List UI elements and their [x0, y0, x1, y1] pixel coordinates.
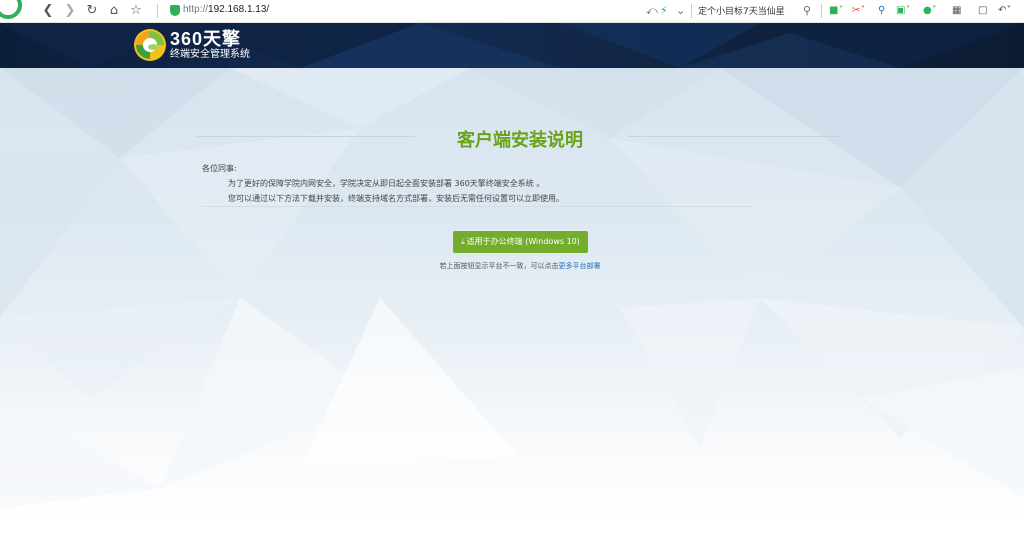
paragraph-2: 您可以通过以下方法下载并安装，终端支持域名方式部署，安装后无需任何设置可以立即使… [228, 194, 564, 203]
install-instructions: 客户端安装说明 各位同事: 为了更好的保障学院内网安全，学院决定从即日起全面安装… [0, 68, 1024, 560]
secure-shield-icon [170, 5, 180, 16]
page-title: 客户端安装说明 [457, 130, 583, 151]
toolbar-divider [821, 4, 822, 18]
main-content: 客户端安装说明 各位同事: 为了更好的保障学院内网安全，学院决定从即日起全面安装… [0, 68, 1024, 560]
extension-shield-icon[interactable]: ●˅ [923, 4, 937, 18]
platform-hint: 若上面按钮显示平台不一致，可以点击更多平台部署 [0, 261, 1024, 271]
back-icon[interactable]: ❮ [40, 3, 56, 19]
browser-toolbar: ❮ ❯ ↻ ⌂ ☆ http://192.168.1.13/ ⤺ ⚡ ⌄ 定个小… [0, 0, 1024, 23]
url-host: 192.168.1.13/ [208, 4, 270, 15]
forward-icon[interactable]: ❯ [62, 3, 78, 19]
extension-translate-icon[interactable]: ■˅ [829, 4, 843, 18]
extension-game-icon[interactable]: ▣˅ [896, 4, 910, 18]
hint-text: 若上面按钮显示平台不一致，可以点击 [439, 262, 559, 270]
logo-subtitle: 终端安全管理系统 [170, 49, 250, 60]
toolbar-divider [157, 4, 158, 18]
360-logo-icon [134, 29, 166, 61]
download-icon: ⤓ [461, 237, 465, 246]
url-scheme: http:// [183, 4, 209, 15]
browser-logo-icon [0, 0, 22, 19]
address-bar[interactable]: http://192.168.1.13/ [183, 4, 269, 15]
apps-grid-icon[interactable]: ▦ [952, 4, 961, 18]
refresh-icon[interactable]: ↻ [84, 3, 100, 19]
extension-scissors-icon[interactable]: ✂˅ [852, 4, 865, 18]
search-icon[interactable]: ⚲ [803, 3, 811, 19]
window-icon[interactable]: □ [978, 4, 987, 18]
chevron-down-icon[interactable]: ⌄ [676, 3, 685, 19]
undo-icon[interactable]: ↶˅ [998, 4, 1011, 18]
download-button-label: 适用于办公终端 (Windows 10) [466, 237, 580, 246]
lightning-icon[interactable]: ⚡ [660, 3, 668, 19]
section-divider [202, 206, 752, 207]
extension-search-icon[interactable]: ⚲ [878, 4, 885, 18]
download-windows-button[interactable]: ⤓ 适用于办公终端 (Windows 10) [453, 231, 588, 253]
paragraph-1: 为了更好的保障学院内网安全，学院决定从即日起全面安装部署 360天擎终端安全系统… [228, 179, 545, 188]
share-icon[interactable]: ⤺ [646, 3, 658, 19]
site-header: 360天擎 终端安全管理系统 [0, 23, 1024, 68]
search-input[interactable]: 定个小目标7天当仙星 [698, 4, 785, 17]
logo-title: 360天擎 [170, 29, 242, 49]
star-icon[interactable]: ☆ [128, 3, 144, 19]
toolbar-divider [691, 4, 692, 18]
greeting-text: 各位同事: [202, 164, 237, 173]
more-platforms-link[interactable]: 更多平台部署 [559, 262, 601, 270]
home-icon[interactable]: ⌂ [106, 3, 122, 19]
